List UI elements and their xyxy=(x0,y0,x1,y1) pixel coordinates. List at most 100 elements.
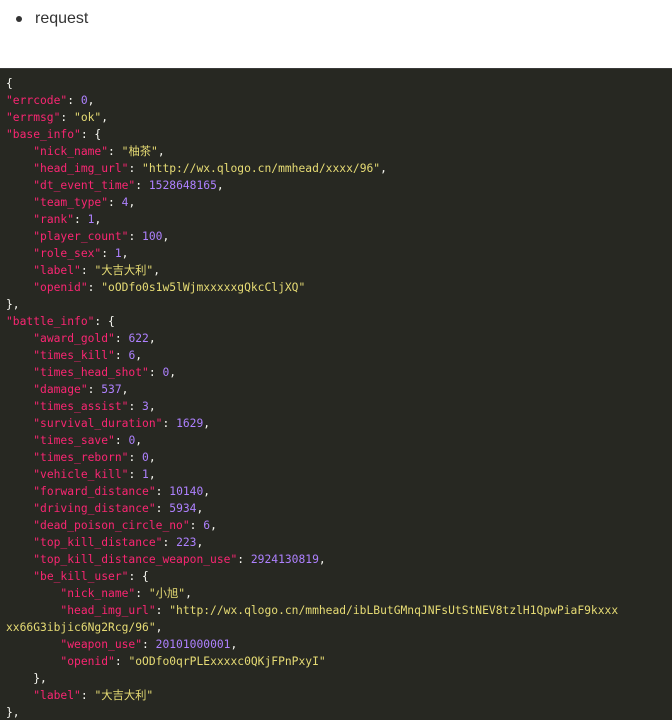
json-number: 100 xyxy=(142,230,163,243)
bullet-list: request xyxy=(0,8,672,30)
json-punctuation: : xyxy=(142,638,156,651)
json-string: "oODfo0qrPLExxxxc0QKjFPnPxyI" xyxy=(128,655,326,668)
json-punctuation: : xyxy=(87,281,102,294)
json-key: "team_type" xyxy=(33,196,109,209)
json-punctuation: : { xyxy=(80,128,102,141)
json-number: 3 xyxy=(142,400,149,413)
json-key: "top_kill_distance" xyxy=(33,536,163,549)
json-key: "be_kill_user" xyxy=(33,570,129,583)
json-punctuation: : xyxy=(135,587,149,600)
json-punctuation: : xyxy=(128,162,143,175)
json-punctuation xyxy=(6,587,60,600)
json-punctuation: { xyxy=(6,77,13,90)
bullet-label: request xyxy=(35,10,89,27)
json-punctuation: , xyxy=(157,145,165,158)
json-punctuation xyxy=(6,247,33,260)
json-punctuation: : xyxy=(162,417,177,430)
json-code-block[interactable]: {"errcode": 0, "errmsg": "ok", "base_info"… xyxy=(0,68,672,720)
json-punctuation xyxy=(6,519,33,532)
json-punctuation: : xyxy=(128,230,143,243)
json-string: "http://wx.qlogo.cn/mmhead/xxxx/96" xyxy=(142,162,381,175)
json-string: "大吉大利" xyxy=(94,689,154,702)
json-punctuation xyxy=(6,451,33,464)
json-punctuation: : xyxy=(114,332,129,345)
json-string: "大吉大利" xyxy=(94,264,154,277)
json-punctuation xyxy=(6,604,60,617)
json-punctuation: : xyxy=(135,179,149,192)
json-punctuation: : xyxy=(114,349,129,362)
json-punctuation: , xyxy=(148,400,156,413)
code-line: "vehicle_kill": 1, xyxy=(6,466,672,483)
json-punctuation xyxy=(6,536,33,549)
json-punctuation: , xyxy=(203,417,211,430)
json-punctuation: : xyxy=(189,519,204,532)
json-punctuation: : xyxy=(60,111,75,124)
code-line: "head_img_url": "http://wx.qlogo.cn/mmhe… xyxy=(6,160,672,177)
json-punctuation xyxy=(6,689,33,702)
json-punctuation: : xyxy=(108,145,122,158)
json-number: 1 xyxy=(142,468,149,481)
code-line: "be_kill_user": { xyxy=(6,568,672,585)
json-punctuation xyxy=(6,332,33,345)
json-key: "top_kill_distance_weapon_use" xyxy=(33,553,238,566)
json-key: "weapon_use" xyxy=(60,638,143,651)
json-punctuation: , xyxy=(196,536,204,549)
json-punctuation: : xyxy=(162,536,177,549)
json-punctuation xyxy=(6,230,33,243)
json-punctuation xyxy=(6,553,33,566)
code-line: "forward_distance": 10140, xyxy=(6,483,672,500)
code-line: "dead_poison_circle_no": 6, xyxy=(6,517,672,534)
json-punctuation xyxy=(6,485,33,498)
code-line: "times_head_shot": 0, xyxy=(6,364,672,381)
json-punctuation: : xyxy=(128,468,143,481)
code-line: }, xyxy=(6,704,672,720)
json-string: "小旭" xyxy=(148,587,186,600)
json-punctuation: : xyxy=(155,502,170,515)
json-number: 2924130819 xyxy=(250,553,319,566)
json-punctuation xyxy=(6,196,33,209)
json-key: "openid" xyxy=(33,281,88,294)
json-punctuation: , xyxy=(216,179,224,192)
json-punctuation xyxy=(6,162,33,175)
json-key: "dt_event_time" xyxy=(33,179,136,192)
json-string: "oODfo0s1w5lWjmxxxxxgQkcCljXQ" xyxy=(101,281,306,294)
json-number: 537 xyxy=(101,383,122,396)
json-punctuation: : xyxy=(155,604,170,617)
json-key: "times_head_shot" xyxy=(33,366,149,379)
json-number: 0 xyxy=(80,94,88,107)
json-number: 622 xyxy=(128,332,149,345)
json-punctuation xyxy=(6,145,33,158)
json-string: "柚茶" xyxy=(121,145,158,158)
json-punctuation xyxy=(6,417,33,430)
json-punctuation: : xyxy=(114,434,129,447)
json-key: "errcode" xyxy=(6,94,68,107)
code-line: "label": "大吉大利" xyxy=(6,687,672,704)
json-number: 1 xyxy=(114,247,122,260)
code-line: "label": "大吉大利", xyxy=(6,262,672,279)
code-line: "weapon_use": 20101000001, xyxy=(6,636,672,653)
json-key: "label" xyxy=(33,689,81,702)
json-punctuation: , xyxy=(318,553,326,566)
json-string: xx66G3ibjic6Ng2Rcg/96" xyxy=(6,621,156,634)
json-key: "player_count" xyxy=(33,230,129,243)
json-key: "errmsg" xyxy=(6,111,61,124)
code-line: "head_img_url": "http://wx.qlogo.cn/mmhe… xyxy=(6,602,672,619)
json-punctuation xyxy=(6,264,33,277)
json-punctuation: , xyxy=(380,162,387,175)
json-punctuation: , xyxy=(94,213,102,226)
json-punctuation: , xyxy=(101,111,109,124)
code-line: "battle_info": { xyxy=(6,313,672,330)
bullet-dot-icon xyxy=(16,16,22,22)
json-punctuation: : { xyxy=(128,570,149,583)
json-punctuation: , xyxy=(135,349,143,362)
json-punctuation: , xyxy=(121,383,129,396)
json-key: "times_assist" xyxy=(33,400,129,413)
json-key: "nick_name" xyxy=(33,145,109,158)
json-key: "openid" xyxy=(60,655,115,668)
code-line: "rank": 1, xyxy=(6,211,672,228)
code-line: "times_kill": 6, xyxy=(6,347,672,364)
json-key: "driving_distance" xyxy=(33,502,156,515)
json-key: "times_save" xyxy=(33,434,115,447)
json-punctuation: : xyxy=(108,196,122,209)
json-punctuation: : xyxy=(80,264,95,277)
